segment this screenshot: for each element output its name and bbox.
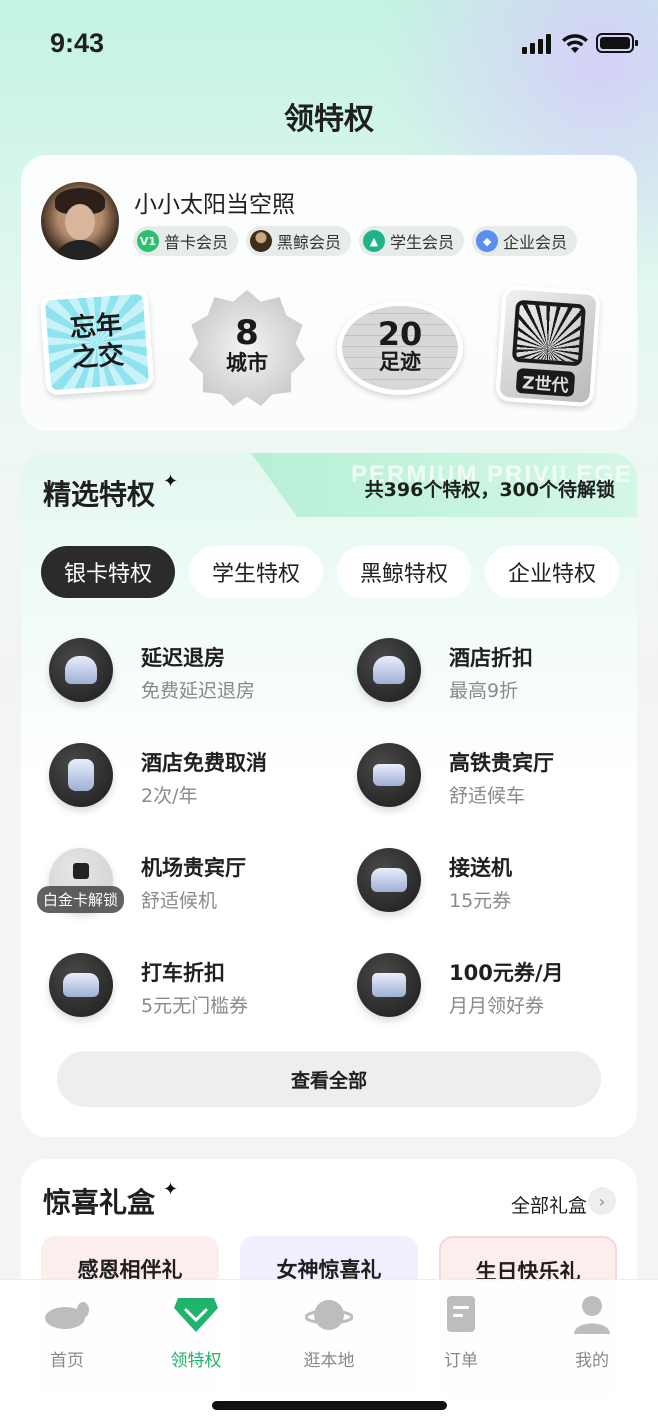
- sticker-number: 20: [377, 315, 423, 353]
- nav-local[interactable]: 逛本地: [274, 1294, 384, 1371]
- sticker-label: 城市: [226, 351, 268, 375]
- wifi-icon: [562, 34, 588, 53]
- sticker-cities[interactable]: 8 城市: [189, 290, 305, 406]
- privilege-train-lounge[interactable]: 高铁贵宾厅 舒适候车: [329, 733, 619, 813]
- sticker-label: Z世代: [515, 367, 576, 397]
- nav-privileges[interactable]: 领特权: [141, 1294, 251, 1371]
- sunrise-icon: [511, 299, 587, 366]
- car-icon: [357, 848, 421, 912]
- privilege-desc: 5元无门槛券: [141, 995, 249, 1017]
- nav-orders[interactable]: 订单: [406, 1294, 516, 1371]
- graduation-cap-icon: ▲: [363, 230, 386, 252]
- v1-icon: V1: [137, 230, 159, 252]
- sticker-text: 忘年 之交: [68, 310, 126, 374]
- sticker-label: 足迹: [379, 350, 421, 374]
- privilege-desc: 15元券: [449, 890, 512, 912]
- status-bar: 9:43: [0, 0, 658, 88]
- privilege-desc: 月月领好券: [449, 995, 545, 1017]
- battery-icon: [596, 33, 638, 53]
- privilege-name: 延迟退房: [141, 646, 225, 670]
- badge-label: 企业会员: [503, 233, 568, 252]
- privilege-taxi-discount[interactable]: 打车折扣 5元无门槛券: [21, 943, 311, 1023]
- tab-heijing[interactable]: 黑鲸特权: [337, 546, 471, 598]
- privilege-monthly-coupon[interactable]: 100元券/月 月月领好券: [329, 943, 619, 1023]
- badge-label: 学生会员: [390, 233, 455, 252]
- privilege-desc: 舒适候车: [449, 785, 526, 807]
- whale-icon: [250, 230, 273, 252]
- avatar[interactable]: [41, 182, 119, 260]
- view-all-button[interactable]: 查看全部: [57, 1051, 601, 1107]
- privilege-late-checkout[interactable]: 延迟退房 免费延迟退房: [21, 628, 311, 708]
- status-time: 9:43: [50, 28, 105, 58]
- page-title: 领特权: [284, 102, 374, 137]
- privileges-count: 共396个特权，300个待解锁: [364, 479, 615, 501]
- chevron-right-icon[interactable]: ›: [588, 1187, 616, 1215]
- nav-home[interactable]: 首页: [12, 1294, 122, 1371]
- nav-label: 首页: [50, 1351, 84, 1371]
- membership-badges: V1 普卡会员 黑鲸会员 ▲ 学生会员 ◆ 企业会员: [133, 226, 578, 256]
- privilege-tabs: 银卡特权 学生特权 黑鲸特权 企业特权: [41, 546, 619, 598]
- badge-label: 黑鲸会员: [277, 233, 342, 252]
- username: 小小太阳当空照: [134, 192, 295, 218]
- sticker-gen-z[interactable]: Z世代: [495, 284, 601, 408]
- privilege-hotel-discount[interactable]: 酒店折扣 最高9折: [329, 628, 619, 708]
- car-discount-icon: [49, 953, 113, 1017]
- badge-puka[interactable]: V1 普卡会员: [133, 226, 239, 256]
- badge-label: 普卡会员: [164, 233, 229, 252]
- home-indicator: [212, 1401, 447, 1410]
- sparkle-icon: ✦: [163, 471, 179, 492]
- privilege-desc: 免费延迟退房: [141, 680, 256, 702]
- whale-home-icon: [45, 1302, 89, 1329]
- tab-enterprise[interactable]: 企业特权: [485, 546, 619, 598]
- privilege-name: 打车折扣: [141, 961, 225, 985]
- door-cancel-icon: [49, 743, 113, 807]
- sticker-footprints[interactable]: 20 足迹: [337, 301, 463, 395]
- privilege-name: 100元券/月: [449, 961, 564, 985]
- house-clock-icon: [49, 638, 113, 702]
- gift-box-title: 惊喜礼盒: [43, 1186, 156, 1219]
- tab-silver[interactable]: 银卡特权: [41, 546, 175, 598]
- profile-icon: [574, 1296, 610, 1334]
- privilege-airport-lounge[interactable]: 白金卡解锁 机场贵宾厅 舒适候机: [21, 838, 311, 918]
- profile-card: 小小太阳当空照 V1 普卡会员 黑鲸会员 ▲ 学生会员 ◆ 企业会员 忘年 之交…: [21, 155, 637, 431]
- privilege-name: 机场贵宾厅: [141, 856, 246, 880]
- privilege-free-cancel[interactable]: 酒店免费取消 2次/年: [21, 733, 311, 813]
- nav-profile[interactable]: 我的: [537, 1294, 647, 1371]
- privileges-card: PERMIUM PRIVILEGE 精选特权 ✦ 共396个特权，300个待解锁…: [21, 453, 637, 1137]
- all-gift-boxes-link[interactable]: 全部礼盒: [511, 1191, 587, 1218]
- privilege-desc: 2次/年: [141, 785, 198, 807]
- privilege-desc: 最高9折: [449, 680, 519, 702]
- nav-label: 领特权: [170, 1351, 222, 1371]
- privilege-gem-icon: [174, 1298, 218, 1332]
- privilege-name: 高铁贵宾厅: [449, 751, 554, 775]
- badge-heijing[interactable]: 黑鲸会员: [246, 226, 352, 256]
- privilege-name: 酒店折扣: [449, 646, 533, 670]
- tab-student[interactable]: 学生特权: [189, 546, 323, 598]
- sticker-number: 8: [235, 313, 259, 353]
- lock-tag: 白金卡解锁: [37, 886, 125, 913]
- nav-label: 我的: [575, 1351, 609, 1371]
- privilege-name: 接送机: [449, 856, 512, 880]
- achievement-stickers: 忘年 之交 8 城市 20 足迹 Z世代: [21, 280, 637, 410]
- coupon-yuan-icon: [357, 953, 421, 1017]
- house-discount-icon: [357, 638, 421, 702]
- sparkle-icon: ✦: [163, 1179, 179, 1200]
- sticker-wangnian[interactable]: 忘年 之交: [39, 288, 155, 396]
- planet-icon: [304, 1300, 354, 1330]
- privilege-desc: 舒适候机: [141, 890, 218, 912]
- privilege-name: 酒店免费取消: [141, 751, 267, 775]
- privileges-title: 精选特权: [43, 478, 156, 511]
- badge-enterprise[interactable]: ◆ 企业会员: [472, 226, 578, 256]
- badge-student[interactable]: ▲ 学生会员: [359, 226, 465, 256]
- sofa-icon: [357, 743, 421, 807]
- diamond-icon: ◆: [476, 230, 499, 252]
- nav-label: 逛本地: [303, 1351, 355, 1371]
- nav-label: 订单: [444, 1351, 478, 1371]
- cellular-signal-icon: [522, 34, 551, 54]
- privilege-airport-transfer[interactable]: 接送机 15元券: [329, 838, 619, 918]
- order-icon: [447, 1296, 475, 1332]
